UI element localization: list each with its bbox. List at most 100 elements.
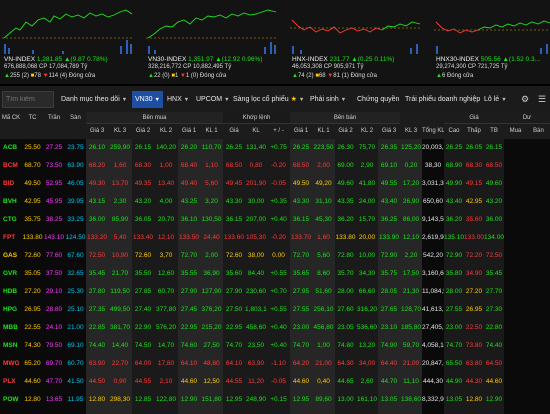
table-row[interactable]: HDB 27.20 29.10 25.30 27.80 119,50 27.85 60,70 2… xyxy=(0,283,550,301)
col-high-header[interactable]: Cao xyxy=(444,124,464,139)
search-input[interactable] xyxy=(2,91,54,108)
cell-ask-price-2: 13.00 xyxy=(335,391,356,409)
table-row[interactable]: BID 49.50 52.95 46.05 49.30 13,70 49.35 13,40 49… xyxy=(0,175,550,193)
tab-hnx[interactable]: HNX ▼ xyxy=(164,91,192,108)
table-row[interactable]: CTG 35.75 38.25 33.25 36.00 85,90 36.05 20,70 36… xyxy=(0,211,550,229)
cell-symbol[interactable]: CTG xyxy=(0,211,22,229)
col-symbol-header[interactable]: Mã CK xyxy=(0,112,22,124)
cell-ask-vol-2: 41,80 xyxy=(356,175,378,193)
col-surplus-sell-header[interactable]: Bán xyxy=(527,124,550,139)
col-bid-price-2-header[interactable]: Giá 2 xyxy=(132,124,154,139)
col-ask-vol-3-header[interactable]: KL 3 xyxy=(400,124,422,139)
cell-symbol[interactable]: MWG xyxy=(0,355,22,373)
col-bid-vol-3-header[interactable]: KL 3 xyxy=(108,124,132,139)
col-low-header[interactable]: Thấp xyxy=(464,124,484,139)
index-card-vn30[interactable]: VN30-INDEX 1,351.97 ▲(12.92 0.96%) 328,2… xyxy=(146,0,280,84)
cell-ceil: 69.70 xyxy=(43,355,65,373)
col-ask-price-1-header[interactable]: Giá 1 xyxy=(290,124,312,139)
index-card-hnx[interactable]: HNX-INDEX 231.77 ▲(0.25 0.11%) 46,053,30… xyxy=(290,0,424,84)
table-row[interactable]: FPT 133.80 143.10 124.50 133.20 5,40 133.40 12,… xyxy=(0,229,550,247)
index-title: HNX-INDEX 231.77 ▲(0.25 0.11%) xyxy=(292,56,395,63)
cell-symbol[interactable]: HDB xyxy=(0,283,22,301)
table-row[interactable]: BCM 68.70 73.50 63.90 68.20 1,60 68.30 1,00 68.4… xyxy=(0,157,550,175)
cell-symbol[interactable]: POW xyxy=(0,391,22,409)
settings-icon[interactable]: ⚙ xyxy=(518,91,532,108)
col-bid-vol-2-header[interactable]: KL 2 xyxy=(154,124,178,139)
cell-symbol[interactable]: ACB xyxy=(0,139,22,157)
col-total-vol-header[interactable]: Tổng KL xyxy=(422,124,444,139)
col-bid-price-3-header[interactable]: Giá 3 xyxy=(86,124,108,139)
col-ask-vol-1-header[interactable]: KL 1 xyxy=(312,124,335,139)
tab-corporate-bonds[interactable]: Trái phiếu doanh nghiệp xyxy=(402,91,483,108)
col-surplus-buy-header[interactable]: Mua xyxy=(504,124,527,139)
cell-surplus-buy xyxy=(504,175,527,193)
cell-surplus-sell xyxy=(527,337,550,355)
cell-ask-price-2: 49.60 xyxy=(335,175,356,193)
cell-match-vol: 1,803,10 xyxy=(245,301,267,319)
col-match-vol-header[interactable]: KL xyxy=(245,124,267,139)
cell-symbol[interactable]: BVH xyxy=(0,193,22,211)
cell-bid-vol-3: 5,40 xyxy=(108,229,132,247)
tab-warrants[interactable]: Chứng quyền xyxy=(354,91,402,108)
cell-match-price: 72.60 xyxy=(223,247,245,265)
tab-upcom[interactable]: UPCOM ▼ xyxy=(193,91,233,108)
cell-surplus-buy xyxy=(504,391,527,409)
table-row[interactable]: PLX 44.60 47.70 41.50 44.50 0,90 44.55 2,10 44.6… xyxy=(0,373,550,391)
cell-symbol[interactable]: SAB xyxy=(0,409,22,414)
table-row[interactable]: GVR 35.05 37.50 32.65 35.45 21,70 35.50 12,60 35… xyxy=(0,265,550,283)
cell-bid-vol-2: 14,70 xyxy=(154,337,178,355)
cell-high: 44.90 xyxy=(444,373,464,391)
menu-icon[interactable]: ☰ xyxy=(535,91,549,108)
watchlist-dropdown[interactable]: Danh mục theo dõi ▼ xyxy=(58,91,130,108)
col-ask-vol-2-header[interactable]: KL 2 xyxy=(356,124,378,139)
cell-symbol[interactable]: BCM xyxy=(0,157,22,175)
cell-high: 135.10 xyxy=(444,229,464,247)
tab-vn30[interactable]: VN30 ▼ xyxy=(132,91,163,108)
col-ask-price-2-header[interactable]: Giá 2 xyxy=(335,124,356,139)
cell-symbol[interactable]: FPT xyxy=(0,229,22,247)
table-row[interactable]: HPG 26.95 28.80 25.10 27.35 499,50 27.40 377,80… xyxy=(0,301,550,319)
cell-symbol[interactable]: MBB xyxy=(0,319,22,337)
cell-total-vol: 444,30 xyxy=(422,373,444,391)
cell-ask-vol-2: 13,20 xyxy=(356,337,378,355)
col-bid-price-1-header[interactable]: Giá 1 xyxy=(178,124,200,139)
tab-derivatives[interactable]: Phái sinh ▼ xyxy=(307,91,349,108)
index-card-hnx30[interactable]: HNX30-INDEX 505.56 ▲(1.52 0.3... 29,274,… xyxy=(434,0,550,84)
table-row[interactable]: BVH 42.95 45.95 39.95 43.15 2,30 43.20 4,00 43.2… xyxy=(0,193,550,211)
table-row[interactable]: GAS 72.60 77.60 67.60 72.50 10,90 72.60 3,70 72.… xyxy=(0,247,550,265)
cell-symbol[interactable]: GAS xyxy=(0,247,22,265)
table-row[interactable]: POW 12.80 13.65 11.95 12.80 298,30 12.85 122,80… xyxy=(0,391,550,409)
cell-high: 43.40 xyxy=(444,193,464,211)
cell-avg: 68.50 xyxy=(484,157,504,175)
col-match-price-header[interactable]: Giá xyxy=(223,124,245,139)
col-bid-vol-1-header[interactable]: KL 1 xyxy=(200,124,223,139)
table-row[interactable]: MWG 65.20 69.70 60.70 63.90 22,70 64.00 17,80 64… xyxy=(0,355,550,373)
cell-match-price: 43.30 xyxy=(223,193,245,211)
table-row[interactable]: SAB56.3060.2052.4056.401,3056.503,3056.6… xyxy=(0,409,550,414)
cell-surplus-sell xyxy=(527,409,550,414)
cell-match-change: -0.20 xyxy=(267,229,290,247)
cell-surplus-buy xyxy=(504,373,527,391)
cell-low: 12.80 xyxy=(464,391,484,409)
cell-bid-price-2: 43.20 xyxy=(132,193,154,211)
cell-bid-vol-1: 36,90 xyxy=(200,265,223,283)
cell-bid-price-2: 22.90 xyxy=(132,319,154,337)
col-match-change-header[interactable]: + / - xyxy=(267,124,290,139)
cell-symbol[interactable]: MSN xyxy=(0,337,22,355)
cell-symbol[interactable]: HPG xyxy=(0,301,22,319)
index-card-vnindex[interactable]: VN-INDEX 1,281.85 ▲(9.87 0.78%) 676,888,… xyxy=(2,0,136,84)
index-volume: 46,053,308 CP 905,971 Tỷ xyxy=(292,64,364,70)
table-row[interactable]: MBB 22.55 24.10 21.00 22.85 381,70 22.90 576,20… xyxy=(0,319,550,337)
cell-ask-price-2: 43.35 xyxy=(335,193,356,211)
tab-odd-lot[interactable]: Lô lẻ ▼ xyxy=(481,91,510,108)
cell-symbol[interactable]: BID xyxy=(0,175,22,193)
stock-screener-button[interactable]: Sàng lọc cổ phiếu ★ ▼ xyxy=(230,91,307,108)
cell-symbol[interactable]: PLX xyxy=(0,373,22,391)
star-icon: ★ xyxy=(290,96,297,103)
table-row[interactable]: MSN 74.30 79.50 69.10 74.40 14,40 74.50 14,70 74… xyxy=(0,337,550,355)
cell-symbol[interactable]: GVR xyxy=(0,265,22,283)
cell-surplus-sell xyxy=(527,373,550,391)
table-row[interactable]: ACB 25.50 27.25 23.75 26.10 259,90 26.15 140,20… xyxy=(0,139,550,157)
col-ask-price-3-header[interactable]: Giá 3 xyxy=(378,124,400,139)
col-avg-header[interactable]: TB xyxy=(484,124,504,139)
